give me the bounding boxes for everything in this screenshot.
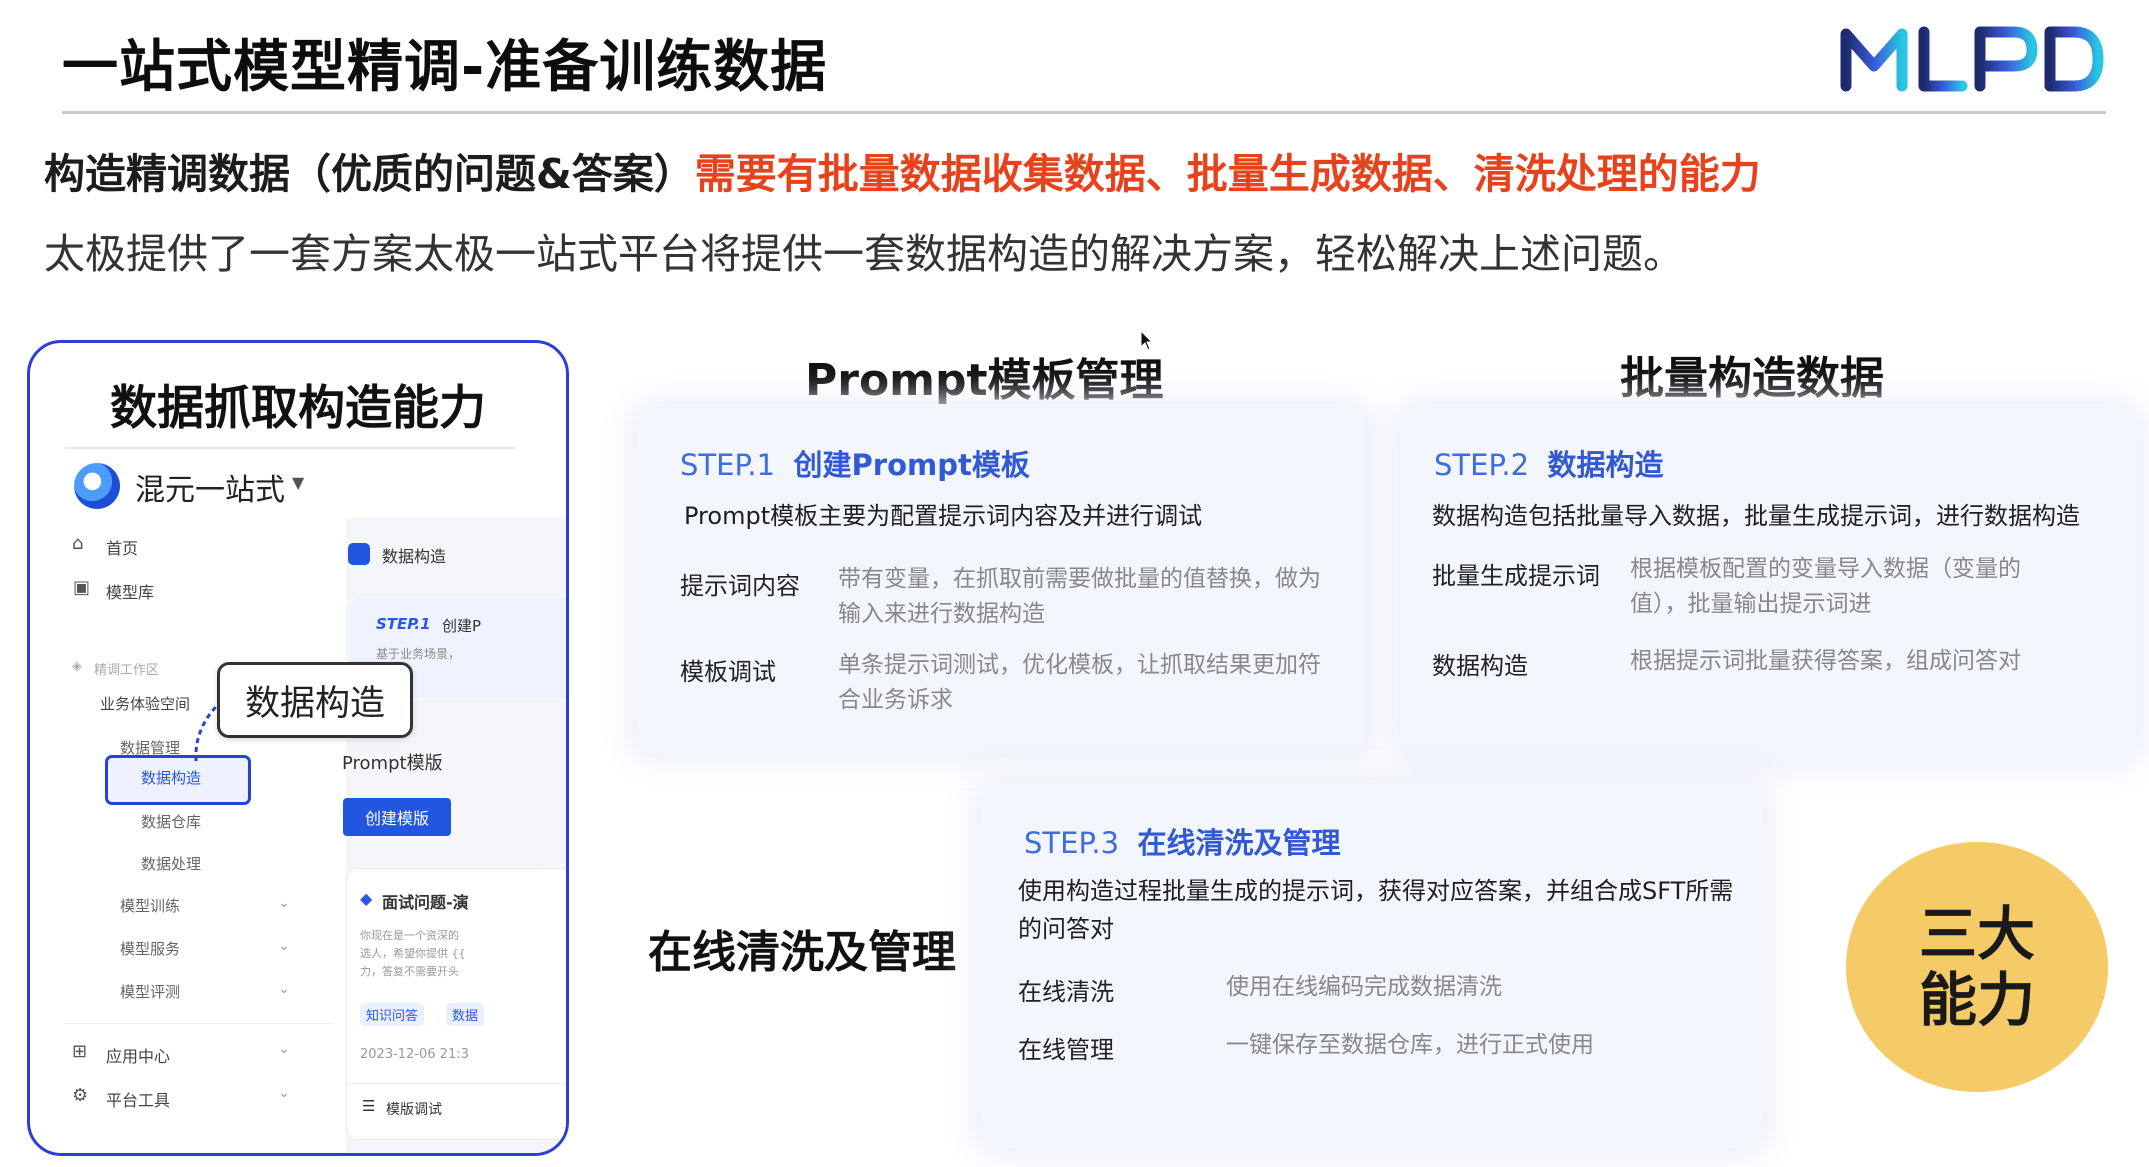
cube-icon: ◆: [360, 889, 373, 908]
sidebar-item-data-warehouse[interactable]: 数据仓库: [141, 811, 201, 832]
intro-text: 太极提供了一套方案太极一站式平台将提供一套数据构造的解决方案，轻松解决上述问题。: [44, 230, 1684, 278]
template-card-body-1: 你现在是一个资深的: [360, 929, 459, 942]
step1-name: 创建Prompt模板: [793, 448, 1030, 482]
mlpd-logo: [1840, 26, 2104, 92]
step1-label: STEP.1: [680, 448, 776, 482]
step1-desc: Prompt模板主要为配置提示词内容及并进行调试: [684, 502, 1203, 530]
sidebar-item-model-train[interactable]: 模型训练: [120, 895, 180, 916]
list-icon: ☰: [362, 1097, 376, 1115]
prompt-template-label: Prompt模版: [342, 753, 443, 774]
platform-tools-icon: ⚙: [72, 1085, 89, 1106]
step3-name: 在线清洗及管理: [1137, 826, 1341, 860]
step2-title: STEP.2 数据构造: [1434, 442, 1664, 484]
model-library-icon: ▣: [73, 577, 91, 598]
title-divider: [62, 111, 2106, 114]
create-template-button[interactable]: 创建模版: [343, 798, 451, 836]
chevron-down-icon[interactable]: ⌄: [278, 938, 290, 954]
step1-row1-value: 带有变量，在抓取前需要做批量的值替换，做为输入来进行数据构造: [838, 566, 1321, 627]
sidebar-item-data-construct[interactable]: 数据构造: [141, 767, 201, 788]
sidebar-divider: [64, 1023, 334, 1024]
subtitle-main: 构造精调数据（优质的问题&答案）: [44, 150, 695, 198]
template-card-body-2: 选人，希望你提供 {{: [360, 947, 466, 960]
step2-row1-value: 根据模板配置的变量导入数据（变量的值），批量输出提示词进: [1630, 556, 2021, 617]
workspace-icon: ◈: [72, 659, 82, 674]
page-title: 一站式模型精调-准备训练数据: [62, 35, 828, 100]
app-center-icon: ⊞: [72, 1041, 88, 1062]
step2-row1-key: 批量生成提示词: [1432, 562, 1600, 590]
step1-row2-key: 模板调试: [680, 658, 776, 686]
home-icon: ⌂: [72, 533, 84, 554]
step3-row1-key: 在线清洗: [1018, 978, 1114, 1006]
subtitle: 构造精调数据（优质的问题&答案）需要有批量数据收集数据、批量生成数据、清洗处理的…: [44, 140, 1761, 200]
chevron-down-icon[interactable]: ⌄: [278, 981, 290, 997]
sidebar-item-data-process[interactable]: 数据处理: [141, 853, 201, 874]
chevron-down-icon[interactable]: ▼: [292, 473, 304, 492]
step1-row1-key: 提示词内容: [680, 572, 800, 600]
sidebar-section-workspace: 精调工作区: [94, 663, 160, 678]
mini-step-label: STEP.1: [376, 615, 431, 633]
section-heading-clean: 在线清洗及管理: [648, 927, 956, 978]
data-construct-icon: [348, 543, 370, 565]
step1-title: STEP.1 创建Prompt模板: [680, 442, 1030, 484]
card-divider: [346, 1083, 566, 1084]
sidebar-item-model-eval[interactable]: 模型评测: [120, 981, 180, 1002]
brand-logo-icon: [74, 463, 120, 509]
data-construct-callout: 数据构造: [217, 662, 413, 738]
mini-step-sub: 基于业务场景，: [376, 647, 461, 661]
template-card-title: 面试问题-演: [382, 893, 469, 912]
card-heading: 数据抓取构造能力: [110, 381, 486, 436]
template-card-body-3: 力，答复不需要开头: [360, 965, 459, 978]
step3-title: STEP.3 在线清洗及管理: [1024, 820, 1341, 862]
step3-row1-value: 使用在线编码完成数据清洗: [1226, 974, 1502, 1000]
step2-desc: 数据构造包括批量导入数据，批量生成提示词，进行数据构造: [1432, 502, 2080, 530]
step3-row2-value: 一键保存至数据仓库，进行正式使用: [1226, 1032, 1594, 1058]
mouse-cursor-icon: [1140, 330, 1154, 351]
subtitle-emphasis: 需要有批量数据收集数据、批量生成数据、清洗处理的能力: [694, 150, 1761, 198]
step2-name: 数据构造: [1547, 448, 1664, 482]
sidebar-item-app-center[interactable]: 应用中心: [106, 1043, 170, 1067]
chevron-down-icon[interactable]: ⌄: [278, 895, 290, 911]
chevron-down-icon[interactable]: ⌄: [278, 1041, 290, 1057]
sidebar-item-model-library[interactable]: 模型库: [106, 579, 154, 603]
tag-data: 数据: [446, 1003, 485, 1026]
step2-row2-value: 根据提示词批量获得答案，组成问答对: [1630, 648, 2021, 674]
sidebar-item-biz-space[interactable]: 业务体验空间: [100, 693, 190, 714]
three-capabilities-badge: 三大能力: [1846, 842, 2108, 1092]
section-heading-prompt: Prompt模板管理: [805, 355, 1164, 406]
step2-label: STEP.2: [1434, 448, 1530, 482]
pane-breadcrumb: 数据构造: [382, 547, 447, 566]
product-screenshot-card: 数据抓取构造能力 混元一站式 ▼ ⌂ 首页 ▣ 模型库 ◈ 精调工作区 切换 业…: [27, 340, 569, 1156]
mini-step-text: 创建P: [442, 617, 482, 635]
section-heading-batch: 批量构造数据: [1620, 353, 1884, 404]
template-debug-link[interactable]: 模版调试: [386, 1099, 442, 1119]
badge-text: 三大能力: [1918, 900, 2035, 1034]
step3-row2-key: 在线管理: [1018, 1036, 1114, 1064]
template-card-date: 2023-12-06 21:3: [360, 1047, 469, 1062]
sidebar-item-home[interactable]: 首页: [106, 535, 138, 559]
sidebar-item-model-service[interactable]: 模型服务: [120, 938, 180, 959]
step3-label: STEP.3: [1024, 826, 1120, 860]
sidebar-item-platform-tools[interactable]: 平台工具: [106, 1087, 170, 1111]
card-divider: [65, 447, 515, 449]
brand-name[interactable]: 混元一站式: [135, 465, 285, 509]
chevron-down-icon[interactable]: ⌄: [278, 1085, 290, 1101]
step1-row2-value: 单条提示词测试，优化模板，让抓取结果更加符合业务诉求: [838, 652, 1321, 713]
tag-knowledge-qa: 知识问答: [360, 1003, 425, 1026]
step2-row2-key: 数据构造: [1432, 652, 1528, 680]
step3-desc: 使用构造过程批量生成的提示词，获得对应答案，并组合成SFT所需的问答对: [1018, 877, 1734, 943]
